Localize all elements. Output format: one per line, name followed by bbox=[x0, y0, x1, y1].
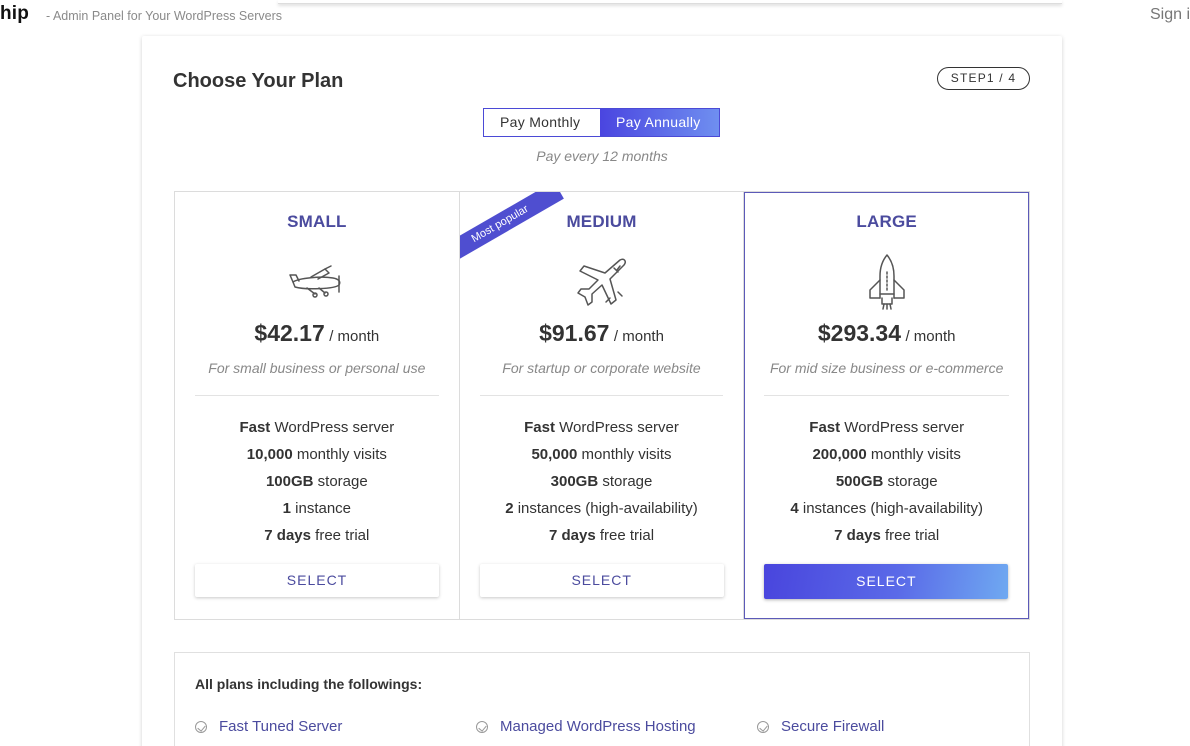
plan-description: For small business or personal use bbox=[208, 360, 426, 376]
plan-small[interactable]: SMALL $42.17 / month For small business … bbox=[175, 192, 460, 619]
feature-item: 7 days free trial bbox=[548, 527, 655, 544]
included-item: Managed WordPress Hosting bbox=[476, 718, 696, 735]
feature-list: Fast WordPress server 50,000 monthly vis… bbox=[460, 414, 744, 549]
feature-item: 100GB storage bbox=[265, 473, 368, 490]
sign-in-link[interactable]: Sign i bbox=[1150, 6, 1190, 24]
price-amount: $42.17 bbox=[254, 320, 325, 346]
plan-price: $91.67 / month bbox=[460, 320, 744, 347]
pay-monthly-option[interactable]: Pay Monthly bbox=[484, 109, 600, 136]
included-features-title: All plans including the followings: bbox=[195, 676, 423, 692]
plan-medium[interactable]: Most popular MEDIUM $91.67 / month For s… bbox=[459, 192, 745, 619]
feature-item: 1 instance bbox=[282, 500, 352, 517]
feature-list: Fast WordPress server 200,000 monthly vi… bbox=[744, 414, 1029, 549]
plans-grid: SMALL $42.17 / month For small business … bbox=[174, 191, 1030, 620]
feature-item: 10,000 monthly visits bbox=[246, 446, 387, 463]
feature-item: Fast WordPress server bbox=[239, 419, 395, 436]
check-circle-icon bbox=[757, 720, 769, 733]
plan-description: For mid size business or e-commerce bbox=[769, 360, 1004, 376]
included-item: Secure Firewall bbox=[757, 718, 884, 735]
feature-item: Fast WordPress server bbox=[809, 419, 965, 436]
divider bbox=[479, 395, 724, 396]
feature-item: 500GB storage bbox=[835, 473, 938, 490]
plan-name: LARGE bbox=[856, 212, 917, 231]
plan-large[interactable]: LARGE $293.34 / month For mid size busin… bbox=[744, 192, 1030, 619]
select-small-button[interactable]: SELECT bbox=[195, 564, 439, 597]
check-circle-icon bbox=[476, 720, 488, 733]
plan-price: $293.34 / month bbox=[744, 320, 1029, 347]
included-item: Fast Tuned Server bbox=[195, 718, 342, 735]
jet-plane-icon bbox=[576, 258, 626, 306]
price-amount: $293.34 bbox=[817, 320, 901, 346]
feature-list: Fast WordPress server 10,000 monthly vis… bbox=[175, 414, 459, 549]
plan-description: For startup or corporate website bbox=[502, 360, 701, 376]
plan-name: SMALL bbox=[287, 212, 347, 231]
billing-toggle: Pay Monthly Pay Annually bbox=[483, 108, 720, 137]
space-shuttle-icon bbox=[868, 254, 905, 310]
select-medium-button[interactable]: SELECT bbox=[479, 564, 724, 597]
feature-item: 300GB storage bbox=[550, 473, 653, 490]
price-period: / month bbox=[613, 328, 664, 345]
feature-item: 200,000 monthly visits bbox=[812, 446, 961, 463]
top-strip bbox=[278, 0, 1062, 4]
billing-note: Pay every 12 months bbox=[536, 148, 668, 164]
page-title: Choose Your Plan bbox=[173, 70, 344, 92]
feature-item: Fast WordPress server bbox=[524, 419, 679, 436]
feature-item: 7 days free trial bbox=[834, 527, 940, 544]
tagline: - Admin Panel for Your WordPress Servers bbox=[46, 9, 282, 23]
feature-item: 7 days free trial bbox=[264, 527, 370, 544]
included-features-box: All plans including the followings: Fast… bbox=[174, 652, 1030, 746]
divider bbox=[195, 395, 439, 396]
select-large-button[interactable]: SELECT bbox=[764, 564, 1009, 599]
pay-annually-option[interactable]: Pay Annually bbox=[600, 109, 719, 136]
step-badge: STEP1 / 4 bbox=[937, 67, 1030, 90]
plan-price: $42.17 / month bbox=[175, 320, 459, 347]
plan-card: Choose Your Plan STEP1 / 4 Pay Monthly P… bbox=[142, 36, 1062, 746]
feature-item: 50,000 monthly visits bbox=[531, 446, 672, 463]
plan-name: MEDIUM bbox=[566, 212, 637, 231]
price-amount: $91.67 bbox=[539, 320, 610, 346]
feature-item: 2 instances (high-availability) bbox=[505, 500, 698, 517]
brand-logo-text[interactable]: hip bbox=[0, 3, 29, 25]
check-circle-icon bbox=[195, 720, 207, 733]
biplane-icon bbox=[289, 265, 341, 298]
feature-item: 4 instances (high-availability) bbox=[790, 500, 983, 517]
price-period: / month bbox=[905, 328, 956, 345]
price-period: / month bbox=[329, 328, 380, 345]
divider bbox=[764, 395, 1010, 396]
